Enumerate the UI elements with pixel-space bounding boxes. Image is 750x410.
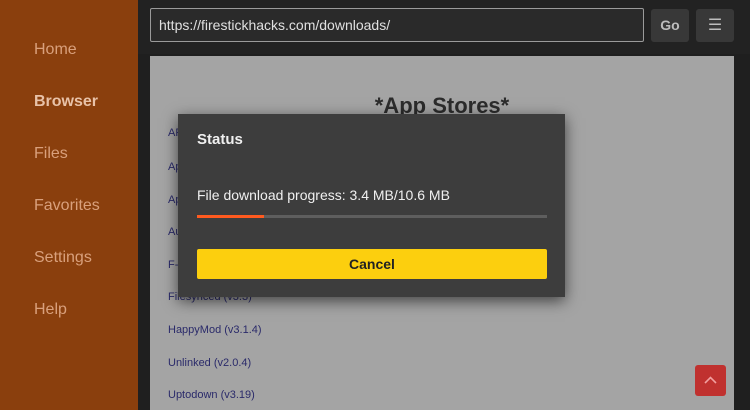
link-unlinked[interactable]: Unlinked (v2.0.4) — [168, 357, 251, 369]
sidebar-item-home[interactable]: Home — [34, 41, 77, 59]
download-progress-text: File download progress: 3.4 MB/10.6 MB — [197, 187, 450, 203]
cancel-button[interactable]: Cancel — [197, 249, 547, 279]
sidebar-item-favorites[interactable]: Favorites — [34, 197, 100, 215]
status-dialog: Status File download progress: 3.4 MB/10… — [178, 114, 565, 297]
link-partial[interactable]: F- — [168, 259, 178, 271]
scroll-to-top-button[interactable] — [695, 365, 726, 396]
sidebar-item-help[interactable]: Help — [34, 301, 67, 319]
link-uptodown[interactable]: Uptodown (v3.19) — [168, 389, 255, 401]
download-progress-fill — [197, 215, 264, 218]
sidebar-item-files[interactable]: Files — [34, 145, 68, 163]
hamburger-menu-icon: ☰ — [707, 17, 723, 34]
menu-button[interactable]: ☰ — [696, 9, 734, 42]
sidebar: Home Browser Files Favorites Settings He… — [0, 0, 138, 410]
chevron-up-icon — [704, 376, 717, 384]
sidebar-item-settings[interactable]: Settings — [34, 249, 92, 267]
download-progress-bar — [197, 215, 547, 218]
link-happymod[interactable]: HappyMod (v3.1.4) — [168, 324, 262, 336]
sidebar-item-browser[interactable]: Browser — [34, 93, 98, 111]
go-button[interactable]: Go — [651, 9, 689, 42]
dialog-title: Status — [197, 131, 243, 148]
url-input[interactable]: https://firestickhacks.com/downloads/ — [150, 8, 644, 42]
url-text: https://firestickhacks.com/downloads/ — [159, 17, 391, 33]
